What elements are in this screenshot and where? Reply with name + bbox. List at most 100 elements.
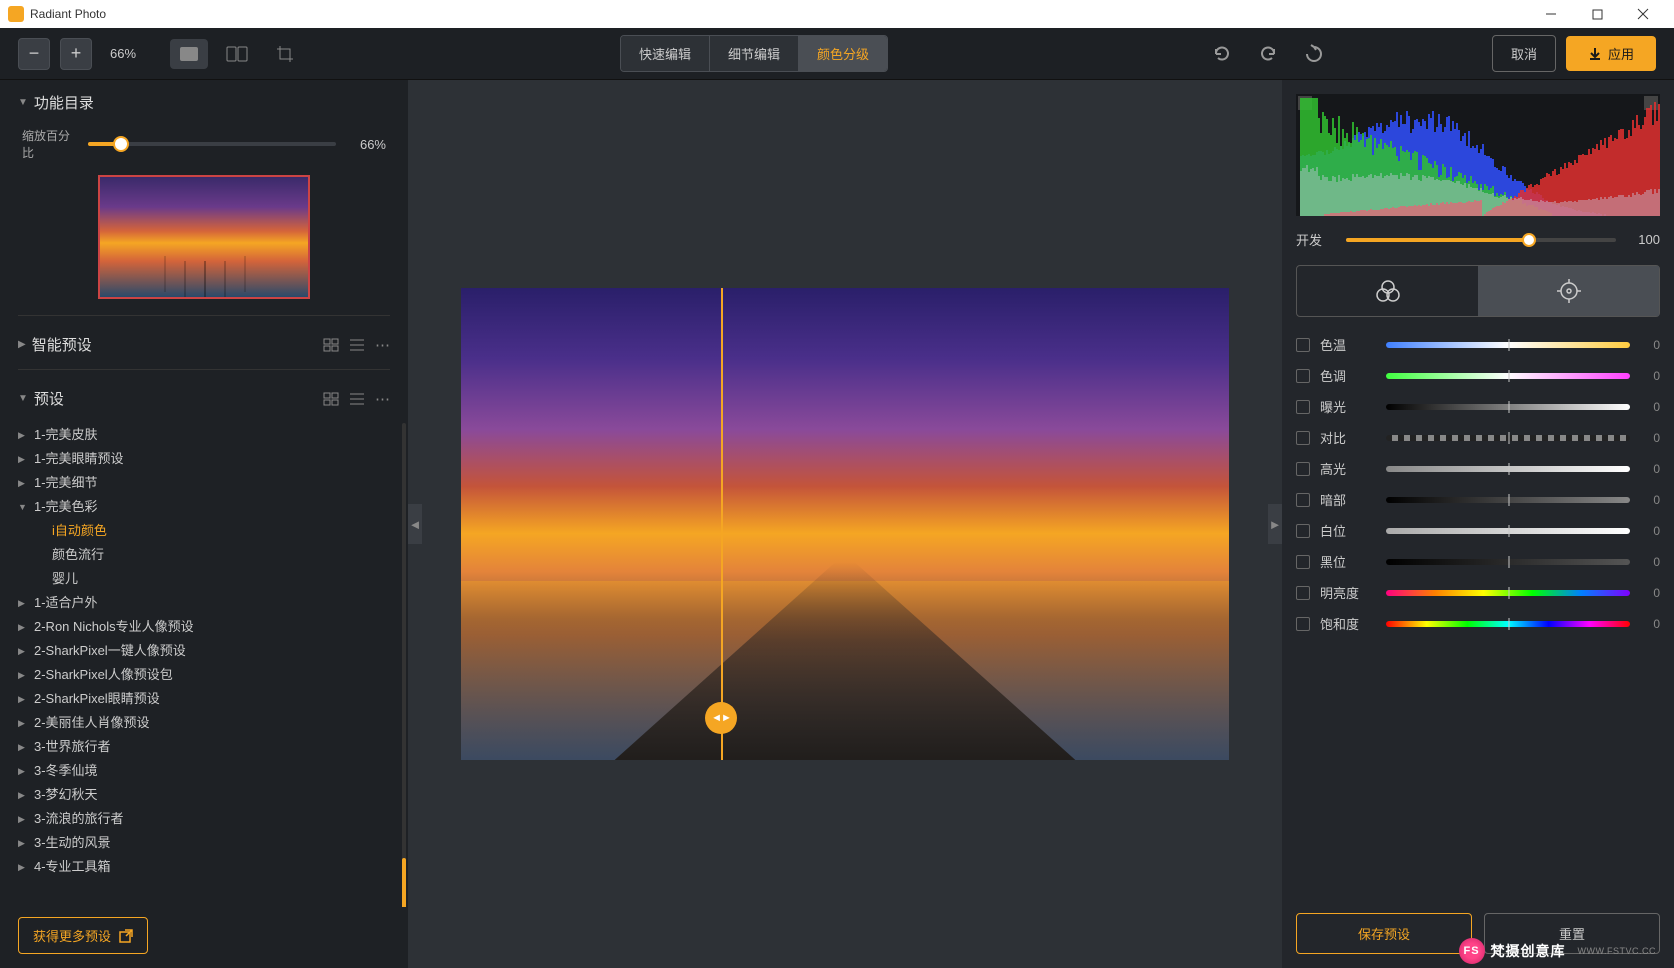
- zoom-slider[interactable]: [88, 142, 336, 146]
- adjustments-list: 色温0色调0曝光0对比0高光0暗部0白位0黑位0明亮度0饱和度0: [1296, 329, 1660, 897]
- preset-folder-label: 3-梦幻秋天: [34, 785, 98, 805]
- adjustment-slider[interactable]: [1386, 466, 1630, 472]
- preset-folder[interactable]: 3-世界旅行者: [18, 735, 400, 759]
- color-wheel-tool[interactable]: [1297, 266, 1478, 316]
- adjustment-checkbox[interactable]: [1296, 524, 1310, 538]
- adjustment-slider[interactable]: [1386, 590, 1630, 596]
- scrollbar-thumb[interactable]: [402, 858, 406, 907]
- preset-folder[interactable]: 1-完美色彩: [18, 495, 400, 519]
- adjustment-checkbox[interactable]: [1296, 400, 1310, 414]
- chevron-icon: [18, 425, 28, 445]
- preset-folder[interactable]: 2-SharkPixel眼睛预设: [18, 687, 400, 711]
- adjustment-slider[interactable]: [1386, 342, 1630, 348]
- collapse-right-panel-button[interactable]: ►: [1268, 504, 1282, 544]
- watermark-logo-icon: FS: [1459, 938, 1485, 964]
- adjustment-checkbox[interactable]: [1296, 369, 1310, 383]
- collapse-left-panel-button[interactable]: ◄: [408, 504, 422, 544]
- preset-folder[interactable]: 3-生动的风景: [18, 831, 400, 855]
- preset-folder[interactable]: 2-SharkPixel一键人像预设: [18, 639, 400, 663]
- chevron-icon: [18, 497, 28, 517]
- download-icon: [1588, 47, 1602, 61]
- adjustment-row: 暗部0: [1296, 484, 1660, 515]
- develop-slider[interactable]: [1346, 238, 1616, 242]
- adjustment-value: 0: [1640, 462, 1660, 476]
- adjustment-slider[interactable]: [1386, 497, 1630, 503]
- list-view-icon[interactable]: [349, 392, 365, 406]
- preset-folder-label: 3-生动的风景: [34, 833, 111, 853]
- zoom-in-button[interactable]: +: [60, 38, 92, 70]
- image-thumbnail[interactable]: [98, 175, 310, 299]
- image-preview[interactable]: [461, 288, 1229, 760]
- preset-folder[interactable]: 1-适合户外: [18, 591, 400, 615]
- adjustment-value: 0: [1640, 493, 1660, 507]
- window-minimize-button[interactable]: [1528, 0, 1574, 28]
- undo-button[interactable]: [1204, 36, 1240, 72]
- preset-folder-label: 3-世界旅行者: [34, 737, 111, 757]
- preset-folder[interactable]: 3-冬季仙境: [18, 759, 400, 783]
- adjustment-slider[interactable]: [1386, 559, 1630, 565]
- preset-folder[interactable]: 1-完美眼睛预设: [18, 447, 400, 471]
- adjustment-checkbox[interactable]: [1296, 431, 1310, 445]
- save-preset-button[interactable]: 保存预设: [1296, 913, 1472, 954]
- list-view-icon[interactable]: [349, 338, 365, 352]
- preset-folder[interactable]: 4-专业工具箱: [18, 855, 400, 879]
- preset-folder[interactable]: 3-梦幻秋天: [18, 783, 400, 807]
- app-title: Radiant Photo: [30, 7, 106, 21]
- apply-button-label: 应用: [1608, 44, 1634, 63]
- target-tool[interactable]: [1478, 266, 1659, 316]
- develop-slider-thumb[interactable]: [1522, 233, 1536, 247]
- chevron-down-icon: ▼: [18, 393, 28, 404]
- smart-presets-header[interactable]: ▶ 智能预设 ⋯: [18, 334, 390, 355]
- preset-folder[interactable]: 2-美丽佳人肖像预设: [18, 711, 400, 735]
- view-split-button[interactable]: [218, 39, 256, 69]
- adjustment-checkbox[interactable]: [1296, 338, 1310, 352]
- grid-view-icon[interactable]: [323, 392, 339, 406]
- tab-quick-edit[interactable]: 快速编辑: [621, 36, 710, 71]
- adjustment-slider[interactable]: [1386, 373, 1630, 379]
- adjustment-slider[interactable]: [1386, 621, 1630, 627]
- get-more-presets-button[interactable]: 获得更多预设: [18, 917, 148, 954]
- tab-color-grade[interactable]: 颜色分级: [799, 36, 887, 71]
- preset-item[interactable]: i自动颜色: [18, 519, 400, 543]
- compare-slider-handle[interactable]: [705, 702, 737, 734]
- chevron-right-icon: ▶: [18, 339, 26, 350]
- adjustment-checkbox[interactable]: [1296, 462, 1310, 476]
- adjustment-slider[interactable]: [1386, 435, 1630, 441]
- window-close-button[interactable]: [1620, 0, 1666, 28]
- grid-view-icon[interactable]: [323, 338, 339, 352]
- compare-divider[interactable]: [721, 288, 723, 760]
- adjustment-slider[interactable]: [1386, 528, 1630, 534]
- preset-item[interactable]: 婴儿: [18, 567, 400, 591]
- reset-history-button[interactable]: [1296, 36, 1332, 72]
- cancel-button[interactable]: 取消: [1492, 35, 1556, 72]
- adjustment-row: 色调0: [1296, 360, 1660, 391]
- zoom-out-button[interactable]: −: [18, 38, 50, 70]
- watermark: FS 梵摄创意库 WWW.FSTVC.CC: [1459, 938, 1657, 964]
- adjustment-checkbox[interactable]: [1296, 617, 1310, 631]
- catalog-section-header[interactable]: ▼ 功能目录: [18, 92, 390, 113]
- adjustment-checkbox[interactable]: [1296, 586, 1310, 600]
- presets-header[interactable]: ▼ 预设 ⋯: [18, 388, 390, 409]
- view-single-button[interactable]: [170, 39, 208, 69]
- adjustment-value: 0: [1640, 555, 1660, 569]
- preset-folder[interactable]: 3-流浪的旅行者: [18, 807, 400, 831]
- preset-folder[interactable]: 1-完美皮肤: [18, 423, 400, 447]
- adjustment-slider[interactable]: [1386, 404, 1630, 410]
- redo-button[interactable]: [1250, 36, 1286, 72]
- preset-folder[interactable]: 1-完美细节: [18, 471, 400, 495]
- more-options-icon[interactable]: ⋯: [375, 336, 390, 354]
- adjustment-checkbox[interactable]: [1296, 493, 1310, 507]
- preset-folder[interactable]: 2-Ron Nichols专业人像预设: [18, 615, 400, 639]
- histogram[interactable]: [1296, 94, 1660, 216]
- view-crop-button[interactable]: [266, 39, 304, 69]
- tab-detail-edit[interactable]: 细节编辑: [710, 36, 799, 71]
- adjustment-checkbox[interactable]: [1296, 555, 1310, 569]
- apply-button[interactable]: 应用: [1566, 36, 1656, 71]
- window-maximize-button[interactable]: [1574, 0, 1620, 28]
- zoom-slider-thumb[interactable]: [113, 136, 129, 152]
- preset-folder[interactable]: 2-SharkPixel人像预设包: [18, 663, 400, 687]
- preset-item[interactable]: 颜色流行: [18, 543, 400, 567]
- chevron-icon: [18, 641, 28, 661]
- preset-folder-label: 1-完美色彩: [34, 497, 98, 517]
- more-options-icon[interactable]: ⋯: [375, 390, 390, 408]
